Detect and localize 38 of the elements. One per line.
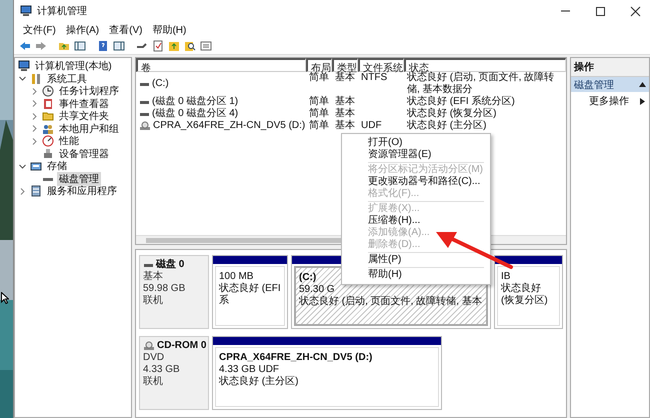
table-cell-text: 状态良好 (启动, 页面文件, 故障转储, 基本数据分 (406, 72, 556, 96)
disk-info: 基本 (143, 271, 164, 283)
table-cell: (C:) (152, 78, 169, 90)
table-cell-text: 简单 (308, 120, 330, 132)
disk-name: CD-ROM 0 (157, 340, 206, 352)
table-cell-text: 基本 (334, 108, 356, 120)
table-cell-text: 状态良好 (主分区) (406, 120, 488, 132)
table-cell-text: 状态良好 (EFI 系统分区) (406, 96, 516, 108)
partition-info: 4.33 GB UDF (219, 364, 280, 376)
partition-title: CPRA_X64FRE_ZH-CN_DV5 (D:) (219, 352, 372, 364)
table-cell-text: 基本 (334, 96, 356, 108)
partition-info: 59.30 G (299, 284, 335, 296)
partition-info: IB (501, 271, 510, 282)
partition-info: 100 MB (219, 271, 254, 282)
table-cell-text: NTFS (360, 72, 388, 85)
partition-info: 状态良好 (恢复分区) (501, 283, 549, 307)
table-cell: (磁盘 0 磁盘分区 1) (152, 96, 238, 108)
partition-info: 状态良好 (启动, 页面文件, 故障转储, 基本 (299, 296, 482, 308)
window-title: 计算机管理 (37, 4, 87, 18)
disk-name: 磁盘 0 (156, 259, 184, 270)
table-cell: CPRA_X64FRE_ZH-CN_DV5 (D:) (153, 120, 306, 132)
table-cell-text: 状态良好 (恢复分区) (406, 108, 498, 119)
partition-info: 状态良好 (主分区) (219, 376, 298, 388)
table-cell-text: 简单 (308, 108, 330, 120)
disk-info: DVD (143, 352, 166, 364)
table-cell-text: 简单 (308, 96, 330, 108)
disk-info: 59.98 GB (143, 283, 186, 294)
table-cell-text: 基本 (334, 120, 356, 132)
disk-info: 联机 (143, 295, 164, 307)
table-cell-text: UDF (360, 120, 383, 132)
table-cell-text: 简单 (308, 72, 329, 85)
table-cell-text: 基本 (334, 72, 355, 85)
partition-title: (C:) (299, 272, 316, 284)
disk-info: 4.33 GB (143, 364, 181, 376)
partition-info: 状态良好 (EFI 系 (219, 283, 281, 307)
table-cell: (磁盘 0 磁盘分区 4) (152, 108, 238, 120)
disk-info: 联机 (143, 376, 164, 388)
pane-title: 操作 (571, 58, 649, 77)
